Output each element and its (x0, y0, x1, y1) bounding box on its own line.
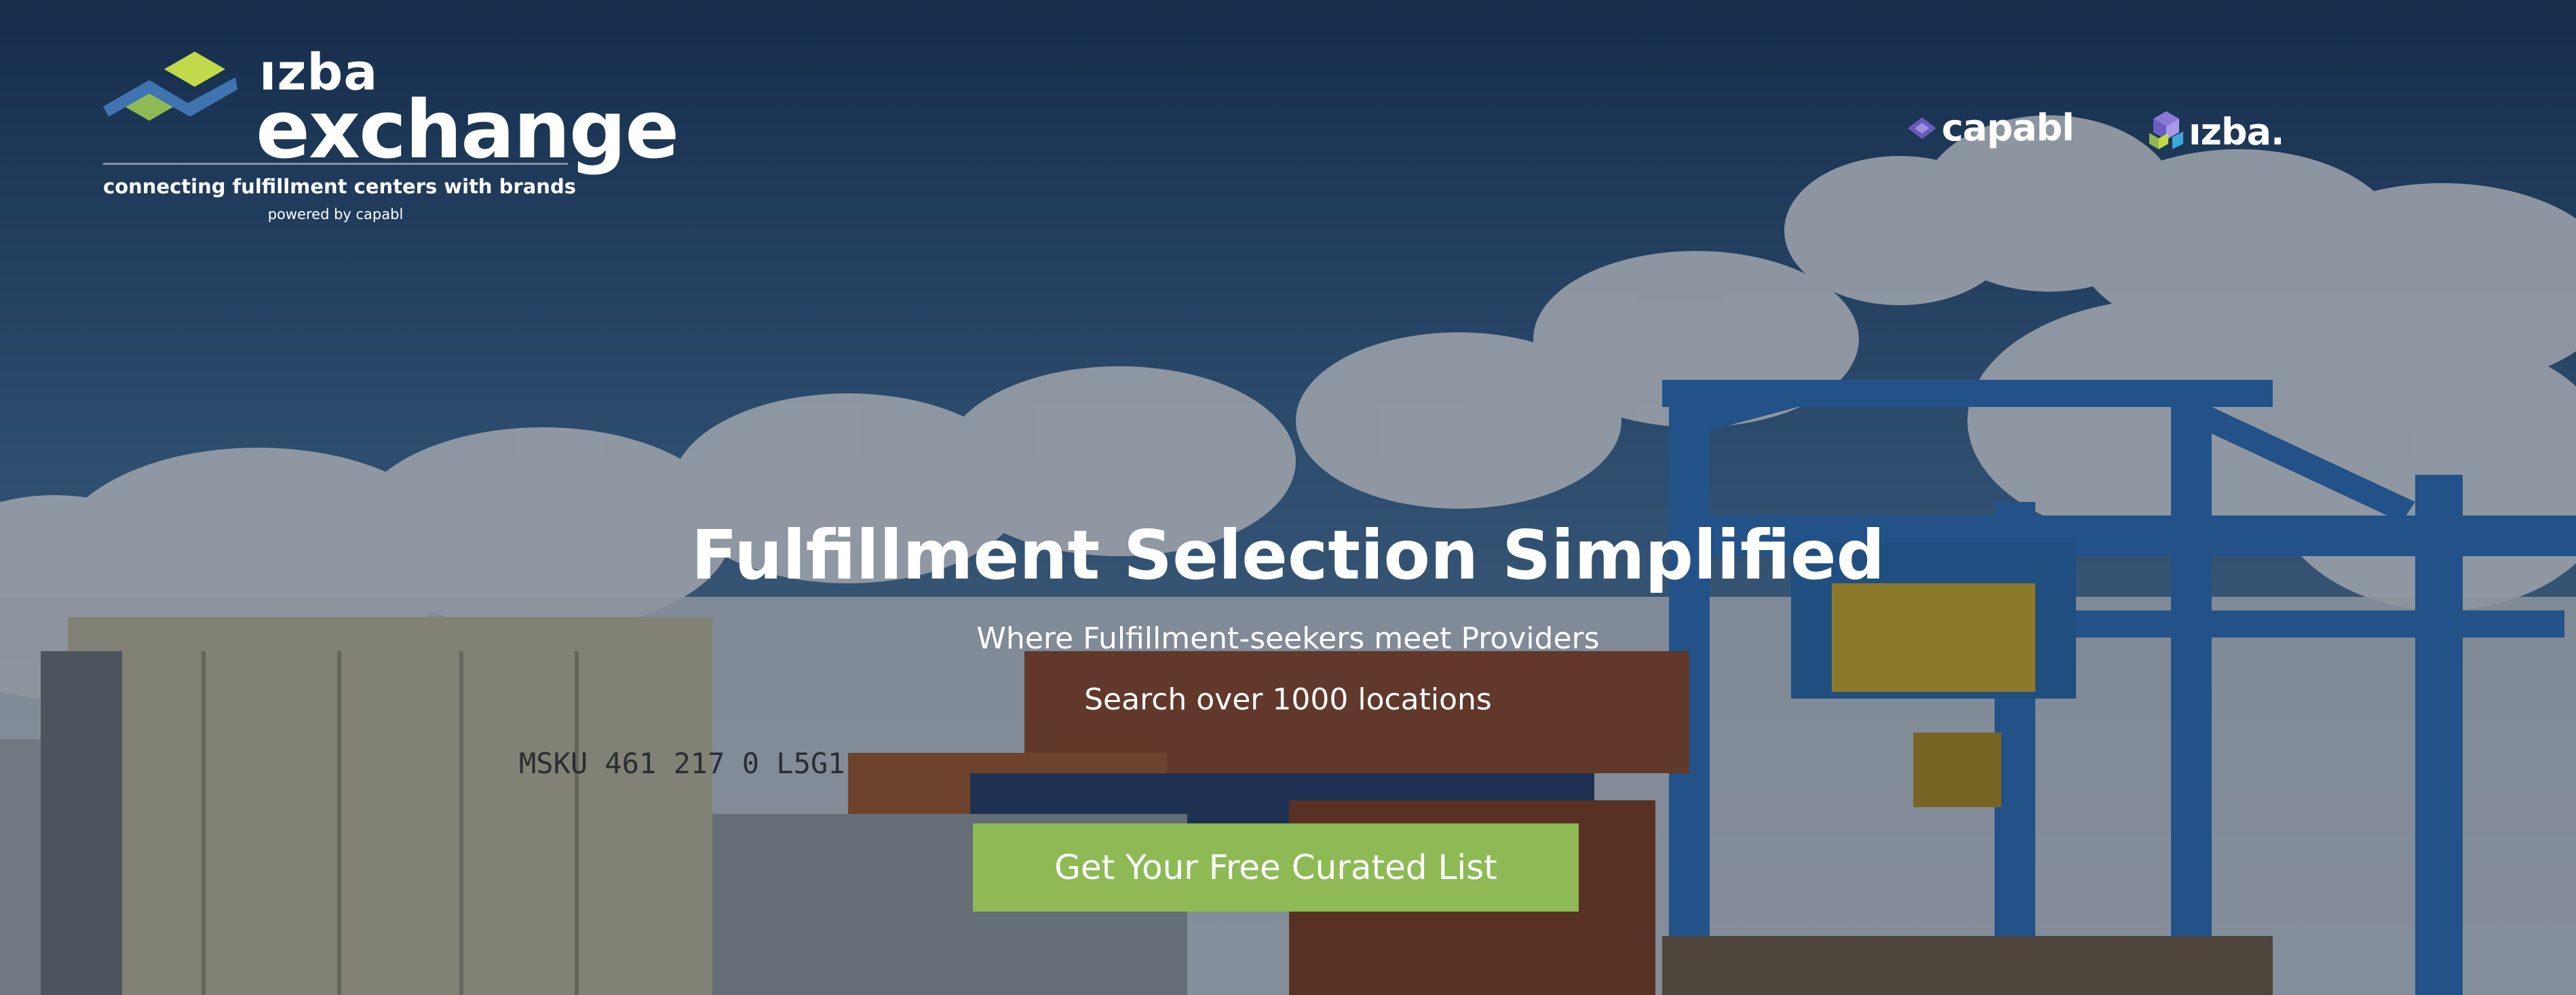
logo-powered-by: powered by capabl (267, 206, 404, 222)
izba-exchange-logo[interactable]: ızba exchange connecting fulfillment cen… (103, 41, 679, 237)
izba-cube-icon (2149, 111, 2183, 149)
izba-logo-text: ızba. (2189, 111, 2285, 153)
logo-tagline: connecting fulfillment centers with bran… (103, 175, 576, 198)
hero-location-count: Search over 1000 locations (1084, 682, 1492, 717)
capabl-logo[interactable]: capabl (1906, 106, 2075, 149)
hero-section: MSKU 461 217 0 L5G1 ızba exchange connec… (0, 0, 2576, 995)
izba-logo[interactable]: ızba. (2145, 110, 2285, 155)
hero-headline: Fulfillment Selection Simplified (691, 515, 1885, 595)
get-curated-list-button[interactable]: Get Your Free Curated List (973, 823, 1579, 912)
capabl-diamond-icon (1908, 117, 1936, 139)
hero-subheadline: Where Fulfillment-seekers meet Providers (976, 621, 1600, 656)
capabl-logo-text: capabl (1942, 106, 2075, 149)
logo-divider (103, 163, 568, 165)
logo-exchange-text: exchange (256, 83, 679, 176)
